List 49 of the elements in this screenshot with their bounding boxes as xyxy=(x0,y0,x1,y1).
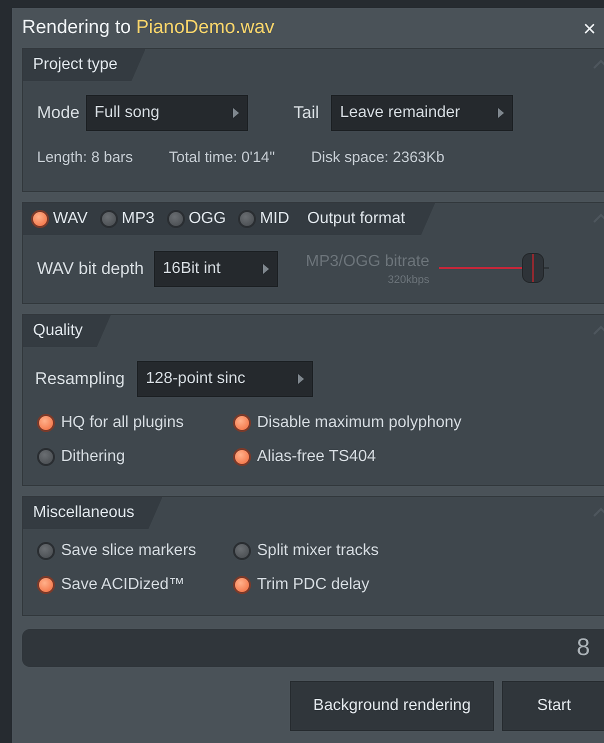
caret-icon xyxy=(232,108,239,118)
start-button[interactable]: Start xyxy=(502,681,604,731)
radio-led[interactable] xyxy=(166,210,185,228)
format-label[interactable]: OGG xyxy=(188,207,226,231)
background-rendering-button[interactable]: Background rendering xyxy=(290,681,494,731)
radio-led[interactable] xyxy=(37,542,55,560)
dropdown[interactable]: 16Bit int xyxy=(154,251,278,287)
resampling-label: Resampling xyxy=(35,368,125,390)
project-stat: Total time: 0'14'' xyxy=(168,148,276,168)
project-stat: Length: 8 bars xyxy=(37,148,133,168)
format-label[interactable]: MP3 xyxy=(122,207,155,231)
option-label: HQ for all plugins xyxy=(61,413,184,433)
radio-led[interactable] xyxy=(238,210,256,228)
caret-icon xyxy=(298,374,304,384)
radio-led[interactable] xyxy=(37,576,55,594)
dropdown[interactable]: Leave remainder xyxy=(331,95,514,131)
section-title: Project type xyxy=(33,55,118,75)
radio-led[interactable] xyxy=(37,414,55,432)
section-title: Quality xyxy=(33,321,83,341)
close-button[interactable]: × xyxy=(583,12,596,44)
slider-knob[interactable] xyxy=(522,253,544,283)
bit-depth-label: WAV bit depth xyxy=(37,258,144,280)
option-label: Save ACIDized™ xyxy=(61,575,185,595)
format-label[interactable]: MID xyxy=(260,207,290,231)
caret-icon xyxy=(498,108,504,118)
radio-led[interactable] xyxy=(233,542,251,560)
mode-label: Mode xyxy=(37,102,80,124)
option-label: Alias-free TS404 xyxy=(257,447,376,467)
project-stat: Disk space: 2363Kb xyxy=(311,148,444,168)
format-label[interactable]: WAV xyxy=(53,207,88,231)
section-title: Miscellaneous xyxy=(33,503,134,523)
radio-led[interactable] xyxy=(233,448,251,466)
radio-led[interactable] xyxy=(31,210,49,228)
dropdown[interactable]: 128-point sinc xyxy=(136,361,313,397)
radio-led[interactable] xyxy=(233,414,251,432)
radio-led[interactable] xyxy=(233,576,251,594)
radio-led[interactable] xyxy=(37,448,55,466)
dropdown[interactable]: Full song xyxy=(86,95,248,131)
progress-value: 8 xyxy=(576,633,590,663)
option-label: Disable maximum polyphony xyxy=(257,413,462,433)
radio-led[interactable] xyxy=(100,210,118,228)
option-label: Split mixer tracks xyxy=(257,541,379,561)
window-title: Rendering to PianoDemo.wav xyxy=(22,16,274,40)
tail-label: Tail xyxy=(294,102,320,124)
option-label: Save slice markers xyxy=(61,541,196,561)
caret-icon xyxy=(262,264,269,274)
section-title: Output format xyxy=(307,209,406,229)
option-label: Dithering xyxy=(61,447,126,467)
option-label: Trim PDC delay xyxy=(257,575,370,595)
